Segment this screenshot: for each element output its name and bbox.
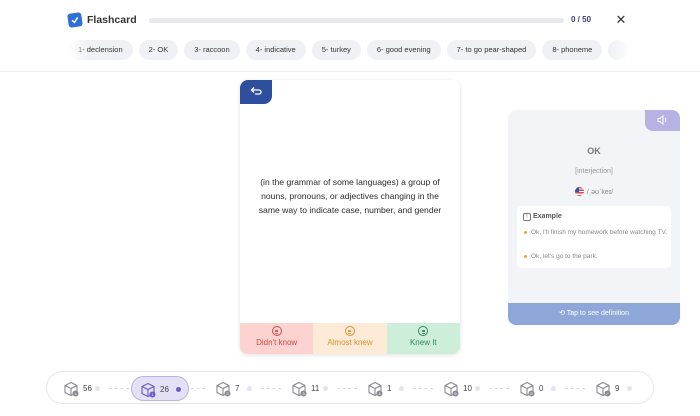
- top-bar: Flashcard 0 / 50 ✕ 1- declension 2- OK 3- …: [0, 0, 700, 72]
- level-separator: [191, 388, 205, 389]
- example-item: Ok, let's go to the park.: [524, 252, 667, 261]
- neutral-face-icon: [344, 326, 355, 336]
- tap-label: Tap to see definition: [566, 310, 629, 317]
- progress-bar: [149, 18, 564, 23]
- level-badge: 6: [530, 391, 533, 396]
- word-tab[interactable]: 4- indicative: [245, 40, 306, 60]
- almost-knew-label: Almost knew: [327, 338, 373, 347]
- example-box: ! Example Ok, I'll finish my homework be…: [517, 206, 671, 268]
- level-badge: 4: [378, 391, 381, 396]
- level-badge: 2: [226, 391, 229, 396]
- level-box-1[interactable]: 1 26: [131, 376, 189, 401]
- level-dot: [95, 386, 100, 391]
- tabs-fade-right: [608, 38, 634, 62]
- almost-knew-button[interactable]: Almost knew: [313, 323, 387, 354]
- pronunciation: /ˌəʊˈkeɪ/: [508, 187, 680, 196]
- level-count: 11: [311, 384, 320, 393]
- knew-it-label: Knew It: [409, 338, 437, 347]
- level-count: 9: [615, 384, 620, 393]
- level-separator: [109, 388, 129, 389]
- tabs-fade-left: [68, 38, 88, 62]
- level-badge: 3: [302, 391, 305, 396]
- us-flag-icon: [574, 187, 584, 196]
- level-count: 10: [463, 384, 472, 393]
- progress-text: 0 / 50: [571, 15, 592, 24]
- level-box-4[interactable]: 41: [359, 376, 411, 401]
- level-separator: [337, 388, 357, 389]
- level-separator: [413, 388, 433, 389]
- level-box-7[interactable]: ✓ 9: [587, 376, 639, 401]
- level-boxes-bar: x 56 1 26 2 7 3 11 4 1 5 10 6 0 ✓ 9: [46, 371, 654, 404]
- flashcard-logo-icon: [67, 12, 83, 28]
- word-tab[interactable]: 5- turkey: [311, 40, 361, 60]
- sad-face-icon: [271, 326, 282, 336]
- next-card-preview[interactable]: OK [interjection] /ˌəʊˈkeɪ/ ! Example Ok…: [508, 110, 680, 325]
- didnt-know-button[interactable]: Didn't know: [240, 323, 314, 354]
- speaker-icon[interactable]: [645, 110, 680, 131]
- level-box-2[interactable]: 27: [207, 376, 259, 401]
- word-tab[interactable]: 7- to go pear-shaped: [446, 40, 537, 60]
- word-tab[interactable]: 3- raccoon: [184, 40, 240, 60]
- level-box-0[interactable]: x 56: [55, 376, 107, 401]
- part-of-speech: [interjection]: [575, 168, 613, 175]
- example-title: Example: [533, 213, 562, 220]
- flip-small-icon: ⟲: [559, 310, 567, 317]
- didnt-know-label: Didn't know: [256, 338, 298, 347]
- answer-buttons: Didn't know Almost knew Knew It: [240, 323, 460, 354]
- close-icon[interactable]: ✕: [614, 13, 628, 27]
- card-definition: (in the grammar of some languages) a gro…: [258, 177, 442, 215]
- word-tab[interactable]: 6- good evening: [366, 40, 441, 60]
- level-dot: [399, 386, 404, 391]
- level-dot: [475, 386, 480, 391]
- flip-icon[interactable]: [240, 80, 272, 104]
- level-count: 0: [539, 384, 544, 393]
- example-item: Ok, I'll finish my homework before watch…: [524, 229, 667, 236]
- flashcard[interactable]: (in the grammar of some languages) a gro…: [240, 80, 460, 354]
- level-badge: x: [74, 391, 77, 396]
- word-tabs: 1- declension 2- OK 3- raccoon 4- indicativ…: [68, 40, 633, 60]
- level-count: 26: [160, 385, 169, 394]
- happy-face-icon: [418, 326, 429, 336]
- level-dot: [323, 386, 328, 391]
- level-separator: [489, 388, 509, 389]
- level-count: 56: [83, 384, 92, 393]
- level-box-3[interactable]: 3 11: [283, 376, 335, 401]
- level-box-5[interactable]: 5 10: [435, 376, 487, 401]
- app-title: Flashcard: [87, 14, 137, 26]
- level-box-6[interactable]: 60: [511, 376, 563, 401]
- level-badge: 5: [454, 391, 457, 396]
- word-tab[interactable]: 8- phoneme: [542, 40, 603, 60]
- level-badge: 1: [151, 392, 154, 397]
- level-dot: [627, 386, 632, 391]
- level-badge: ✓: [605, 391, 610, 396]
- level-separator: [261, 388, 281, 389]
- level-separator: [565, 388, 585, 389]
- word-tab[interactable]: 2- OK: [138, 40, 179, 60]
- tap-to-see-definition-button[interactable]: ⟲ Tap to see definition: [508, 303, 680, 325]
- level-dot: [247, 386, 252, 391]
- level-count: 7: [235, 384, 240, 393]
- knew-it-button[interactable]: Knew It: [386, 323, 460, 354]
- level-dot: [551, 386, 556, 391]
- ipa-text: /ˌəʊˈkeɪ/: [586, 189, 614, 196]
- preview-word: OK: [587, 146, 601, 156]
- example-info-icon: !: [523, 213, 531, 221]
- level-dot: [176, 387, 181, 392]
- level-count: 1: [387, 384, 392, 393]
